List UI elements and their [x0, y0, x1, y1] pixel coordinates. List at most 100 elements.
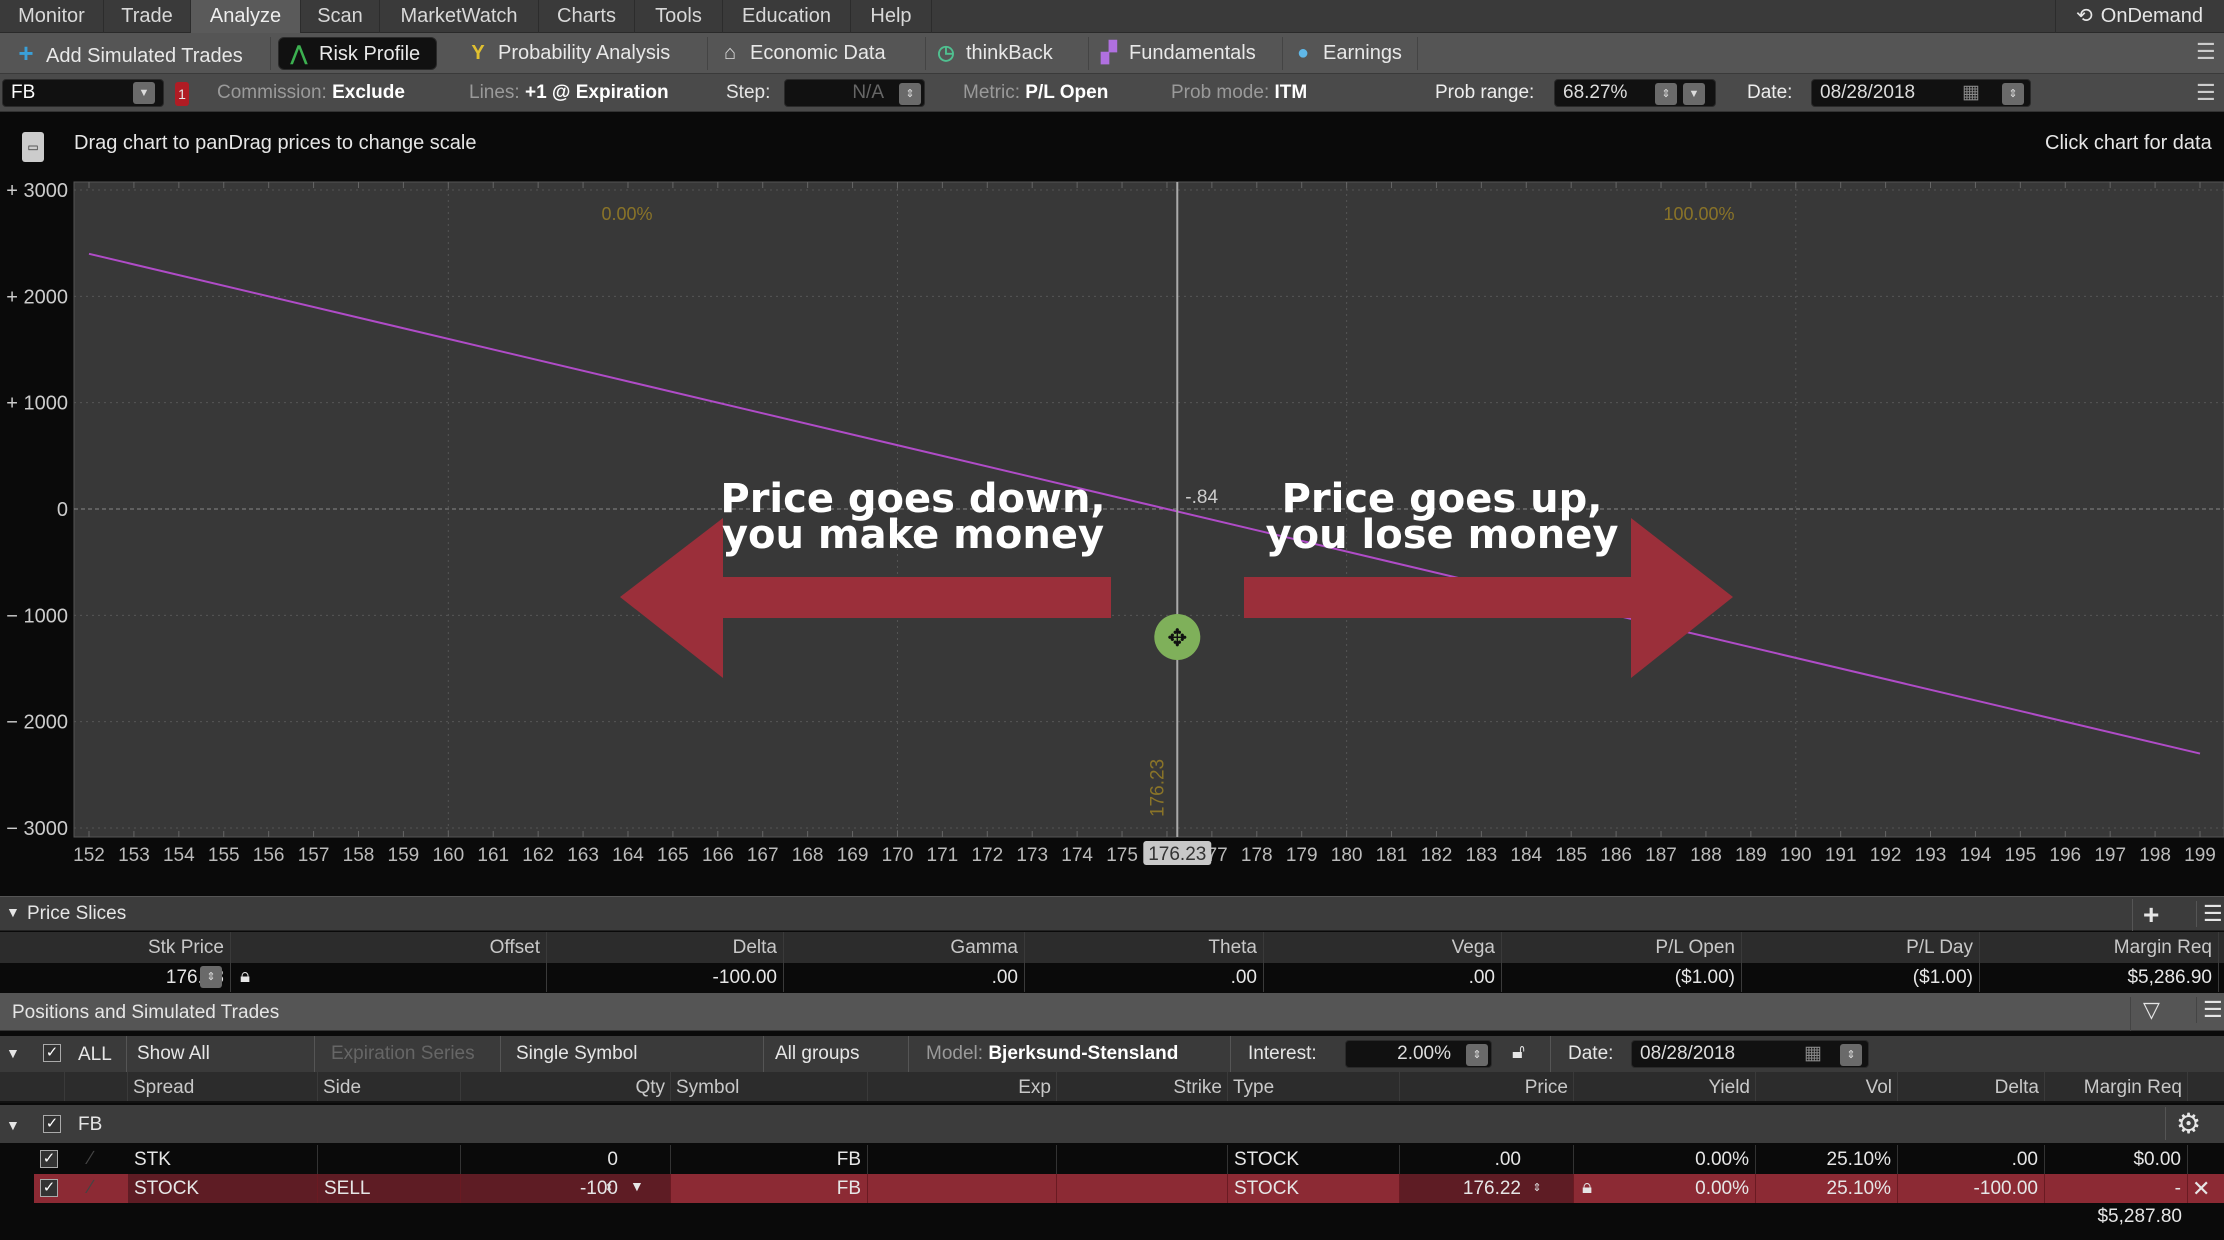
calendar-icon[interactable]: ▦	[1804, 1041, 1822, 1067]
x-tick-label[interactable]: 188	[1690, 845, 1722, 866]
stepper-icon[interactable]: ⇕	[899, 83, 921, 105]
x-tick-label[interactable]: 167	[747, 845, 779, 866]
x-tick-label[interactable]: 161	[477, 845, 509, 866]
menu-education[interactable]: Education	[723, 0, 851, 33]
lock-icon[interactable]: 🔒︎	[1582, 1177, 1592, 1199]
chevron-down-icon[interactable]: ▼	[6, 1117, 20, 1133]
step-input[interactable]: N/A ⇕	[784, 79, 925, 107]
x-tick-label[interactable]: 157	[298, 845, 330, 866]
y-tick-label[interactable]: + 1000	[6, 393, 68, 415]
thinkback-tab[interactable]: ◷ thinkBack	[926, 37, 1089, 70]
x-tick-label[interactable]: 186	[1600, 845, 1632, 866]
gear-icon[interactable]: ⚙	[2165, 1107, 2201, 1140]
x-tick-label[interactable]: 189	[1735, 845, 1767, 866]
metric-select[interactable]: Metric: P/L Open	[963, 74, 1108, 112]
row-checkbox[interactable]: ✓	[40, 1179, 58, 1197]
probability-analysis-tab[interactable]: Y Probability Analysis	[458, 37, 708, 70]
menu-analyze[interactable]: Analyze	[191, 0, 301, 33]
x-tick-label[interactable]: 195	[2004, 845, 2036, 866]
position-row[interactable]: ✓ ∕ STK 0 FB STOCK .00 0.00% 25.10% .00 $0.00	[34, 1145, 2224, 1174]
x-tick-label[interactable]: 172	[971, 845, 1003, 866]
column-header-strike[interactable]: Strike	[1057, 1072, 1228, 1101]
list-icon[interactable]: ☰	[2196, 997, 2223, 1023]
groups-select[interactable]: All groups	[763, 1036, 905, 1072]
column-header[interactable]: Gamma	[786, 932, 1025, 963]
x-tick-label[interactable]: 179	[1286, 845, 1318, 866]
x-tick-label[interactable]: 171	[927, 845, 959, 866]
fundamentals-tab[interactable]: ▞ Fundamentals	[1089, 37, 1283, 70]
expiration-series-select[interactable]: Expiration Series	[314, 1036, 496, 1072]
menu-scan[interactable]: Scan	[301, 0, 380, 33]
y-tick-label[interactable]: − 3000	[6, 818, 68, 840]
alert-badge[interactable]: 1	[175, 82, 189, 106]
column-header[interactable]: Margin Req	[1981, 932, 2219, 963]
x-tick-label[interactable]: 159	[388, 845, 420, 866]
column-header-qty[interactable]: Qty	[461, 1072, 671, 1101]
x-tick-label[interactable]: 192	[1870, 845, 1902, 866]
y-tick-label[interactable]: − 1000	[6, 605, 68, 627]
y-tick-label[interactable]: − 2000	[6, 712, 68, 734]
column-header-price[interactable]: Price	[1400, 1072, 1574, 1101]
add-simulated-trades-button[interactable]: + Add Simulated Trades	[6, 37, 271, 70]
list-icon[interactable]: ☰	[2196, 901, 2223, 927]
ondemand-button[interactable]: ⟲ OnDemand	[2055, 0, 2203, 33]
stepper-icon[interactable]: ⇕	[598, 1177, 620, 1199]
x-tick-label[interactable]: 165	[657, 845, 689, 866]
x-tick-label[interactable]: 160	[432, 845, 464, 866]
group-checkbox[interactable]: ✓	[43, 1115, 61, 1133]
x-tick-label[interactable]: 170	[882, 845, 914, 866]
column-header[interactable]: P/L Open	[1503, 932, 1742, 963]
cell-stk_price[interactable]: 176.23	[0, 963, 231, 992]
y-tick-label[interactable]: 0	[57, 499, 68, 521]
x-tick-label[interactable]: 178	[1241, 845, 1273, 866]
x-tick-label[interactable]: 193	[1915, 845, 1947, 866]
x-tick-label[interactable]: 173	[1016, 845, 1048, 866]
x-tick-label[interactable]: 191	[1825, 845, 1857, 866]
position-row[interactable]: ✓ ∕ STOCK SELL -100 FB STOCK 176.22 0.00% 25.10% -…	[34, 1174, 2224, 1203]
column-header[interactable]: Stk Price	[0, 932, 231, 963]
menu-trade[interactable]: Trade	[104, 0, 191, 33]
x-tick-label[interactable]: 168	[792, 845, 824, 866]
stepper-icon[interactable]: ⇕	[200, 966, 222, 988]
remove-icon[interactable]: ✕	[2192, 1176, 2210, 1202]
x-tick-label[interactable]: 184	[1510, 845, 1542, 866]
economic-data-tab[interactable]: ⌂ Economic Data	[710, 37, 926, 70]
stepper-icon[interactable]: ⇕	[1526, 1177, 1548, 1199]
column-header-yield[interactable]: Yield	[1612, 1072, 1756, 1101]
chevron-down-icon[interactable]: ▼	[6, 904, 20, 920]
column-header[interactable]: Theta	[1026, 932, 1264, 963]
x-tick-label[interactable]: 155	[208, 845, 240, 866]
column-header-side[interactable]: Side	[318, 1072, 461, 1101]
x-tick-label[interactable]: 194	[1960, 845, 1992, 866]
stepper-icon[interactable]: ⇕	[1840, 1044, 1862, 1066]
x-tick-label[interactable]: 197	[2094, 845, 2126, 866]
collapse-icon[interactable]: ▽	[2130, 997, 2160, 1031]
x-tick-label[interactable]: 175	[1106, 845, 1138, 866]
x-tick-label[interactable]: 181	[1376, 845, 1408, 866]
all-checkbox[interactable]: ✓	[43, 1044, 61, 1062]
x-tick-label[interactable]: 162	[522, 845, 554, 866]
risk-profile-chart[interactable]: + 3000 + 2000 + 1000 0 − 1000 − 2000 − 3000 15…	[0, 112, 2224, 894]
stepper-icon[interactable]: ⇕	[2002, 83, 2024, 105]
date-input[interactable]: 08/28/2018 ▦ ⇕	[1631, 1040, 1869, 1068]
x-tick-label[interactable]: 169	[837, 845, 869, 866]
x-tick-label[interactable]: 185	[1555, 845, 1587, 866]
model-select[interactable]: Model: Bjerksund-Stensland	[908, 1036, 1178, 1072]
stepper-icon[interactable]: ⇕	[1655, 83, 1677, 105]
column-header-symbol[interactable]: Symbol	[671, 1072, 868, 1101]
column-header-type[interactable]: Type	[1228, 1072, 1400, 1101]
prob-mode-select[interactable]: Prob mode: ITM	[1171, 74, 1307, 112]
interest-input[interactable]: 2.00% ⇕	[1345, 1040, 1492, 1068]
column-header[interactable]: Delta	[548, 932, 784, 963]
column-header-margin[interactable]: Margin Req	[2045, 1072, 2188, 1101]
risk-profile-tab[interactable]: ⋀ Risk Profile	[278, 37, 437, 70]
menu-tools[interactable]: Tools	[635, 0, 723, 33]
x-tick-label[interactable]: 156	[253, 845, 285, 866]
x-tick-label[interactable]: 154	[163, 845, 195, 866]
unlock-icon[interactable]: 🔓︎	[1512, 1041, 1525, 1064]
chevron-down-icon[interactable]: ▼	[630, 1178, 644, 1194]
x-tick-label[interactable]: 199	[2184, 845, 2216, 866]
menu-monitor[interactable]: Monitor	[0, 0, 104, 33]
x-tick-label[interactable]: 183	[1466, 845, 1498, 866]
x-tick-label[interactable]: 163	[567, 845, 599, 866]
